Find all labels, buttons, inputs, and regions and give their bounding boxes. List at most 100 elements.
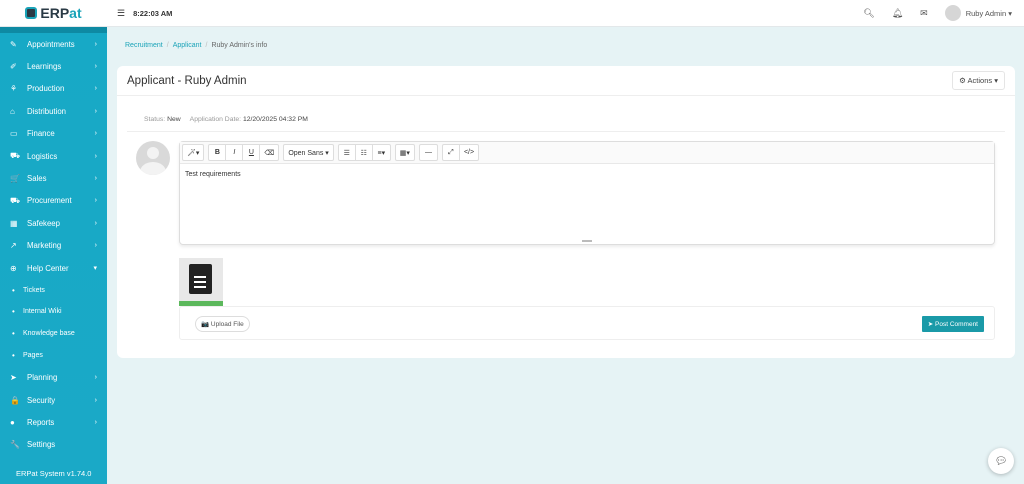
sidebar-item[interactable]: ↗ Marketing › (0, 235, 107, 257)
underline-button[interactable]: U (243, 145, 261, 160)
sidebar-item[interactable]: 🔧 Settings (0, 434, 107, 456)
sidebar-subitem[interactable]: • Internal Wiki (0, 301, 107, 323)
sidebar-item-label: Safekeep (27, 218, 60, 228)
sidebar-item-label: Internal Wiki (23, 308, 62, 316)
sidebar-item-label: Knowledge base (23, 330, 75, 338)
eraser-button[interactable]: ⌫ (260, 145, 278, 160)
sidebar-item-label: Settings (27, 440, 56, 450)
sidebar-item[interactable]: 🛒 Sales › (0, 167, 107, 189)
sidebar-item[interactable]: ⛟ Procurement › (0, 190, 107, 212)
logo[interactable]: ERP at (0, 5, 107, 21)
sidebar-item[interactable]: ➤ Planning › (0, 366, 107, 388)
logo-text: ERP (40, 5, 70, 21)
sidebar-item-label: Learnings (27, 62, 62, 72)
table-button[interactable]: ▦▾ (396, 145, 414, 160)
sidebar-item-icon: 🛒 (10, 174, 20, 184)
sidebar-item-icon: ▭ (10, 129, 18, 139)
version-label: ERPat System v1.74.0 (16, 469, 92, 478)
sidebar-item-icon: ✐ (10, 62, 17, 72)
italic-button[interactable]: I (226, 145, 244, 160)
sidebar-item-label: Planning (27, 373, 58, 383)
logo-icon (25, 7, 38, 19)
status-label: Status: (144, 116, 166, 123)
sidebar-item-icon: ↗ (10, 241, 17, 251)
upload-file-button[interactable]: 📷 Upload File (195, 316, 250, 332)
editor-toolbar: 🪄︎▾ B I U ⌫ Open Sans ▾ ☰ ☷ ≡▾ ▦▾ — ⤢ </> (180, 142, 994, 164)
sidebar-item-label: Appointments (27, 39, 75, 49)
applicant-card: Applicant - Ruby Admin ⚙ Actions ▾ Statu… (117, 66, 1015, 358)
sidebar-item-label: Sales (27, 174, 47, 184)
bullet-list-button[interactable]: ☰ (339, 145, 356, 160)
sidebar-item[interactable]: ▭ Finance › (0, 123, 107, 145)
editor-content[interactable]: Test requirements (180, 164, 994, 185)
font-family-select[interactable]: Open Sans ▾ (284, 145, 332, 160)
applicant-meta: Status: New Application Date: 12/20/2025 … (144, 116, 308, 123)
status-value: New (167, 116, 181, 123)
logo-text-accent: at (69, 5, 82, 21)
mail-icon[interactable]: ✉ (920, 8, 928, 19)
sidebar-item[interactable]: ⛟ Logistics › (0, 145, 107, 167)
sidebar-item-label: Procurement (27, 196, 72, 206)
breadcrumb-recruitment[interactable]: Recruitment (125, 42, 163, 49)
comment-editor[interactable]: 🪄︎▾ B I U ⌫ Open Sans ▾ ☰ ☷ ≡▾ ▦▾ — ⤢ </> Test… (179, 141, 995, 245)
breadcrumb-current: Ruby Admin's info (211, 42, 268, 49)
post-comment-button[interactable]: ➤ Post Comment (921, 316, 984, 332)
resize-handle[interactable] (582, 240, 592, 242)
sidebar-item-label: Logistics (27, 151, 58, 161)
sidebar-item-icon: ➤ (10, 373, 17, 383)
sidebar-item[interactable]: ▦ Safekeep › (0, 212, 107, 234)
numbered-list-button[interactable]: ☷ (356, 145, 373, 160)
attachment-thumbnail[interactable] (179, 258, 223, 306)
sidebar-item-label: Marketing (27, 241, 62, 251)
bold-button[interactable]: B (209, 145, 227, 160)
search-icon[interactable]: 🔍︎ (863, 8, 874, 19)
sidebar-item-label: Distribution (27, 106, 66, 116)
fullscreen-button[interactable]: ⤢ (443, 145, 460, 160)
user-name: Ruby Admin (965, 8, 1007, 18)
code-view-button[interactable]: </> (460, 145, 478, 160)
sidebar-item-icon: ● (10, 417, 15, 427)
sidebar-subitem[interactable]: • Pages (0, 345, 107, 367)
sidebar-item[interactable]: 🔒 Security › (0, 389, 107, 411)
chevron-icon: › (94, 130, 97, 138)
sidebar-item[interactable]: ✐ Learnings › (0, 55, 107, 77)
menu-toggle-icon[interactable]: ☰ (117, 8, 125, 19)
chevron-icon: › (94, 242, 97, 250)
clock: 8:22:03 AM (133, 8, 173, 18)
top-bar: ERP at ☰ 8:22:03 AM 🔍︎ 🔔︎ ✉ Ruby Admin ▾ (0, 0, 1024, 27)
document-icon (189, 264, 212, 294)
actions-button[interactable]: ⚙ Actions ▾ (952, 71, 1005, 90)
sidebar-item[interactable]: ⚘ Production › (0, 78, 107, 100)
align-button[interactable]: ≡▾ (373, 145, 390, 160)
sidebar-item[interactable]: ✎ Appointments › (0, 33, 107, 55)
chat-icon: 💬︎ (994, 455, 1008, 467)
comment-actions: 📷 Upload File ➤ Post Comment (179, 306, 995, 340)
chevron-icon: › (94, 63, 97, 71)
sidebar-item-icon: ⌂ (10, 106, 15, 116)
sidebar-item-label: Tickets (23, 286, 45, 294)
bell-icon[interactable]: 🔔︎ (892, 8, 903, 19)
bullet-icon: • (12, 351, 15, 361)
sidebar-subitem[interactable]: • Knowledge base (0, 323, 107, 345)
style-button[interactable]: 🪄︎▾ (183, 145, 203, 160)
sidebar-item-label: Finance (27, 129, 55, 139)
sidebar-item-icon: ✎ (10, 39, 17, 49)
sidebar-item[interactable]: ⌂ Distribution › (0, 100, 107, 122)
sidebar-item-icon: 🔧 (10, 440, 20, 450)
breadcrumb-applicant[interactable]: Applicant (173, 42, 202, 49)
chat-button[interactable]: 💬︎ (988, 448, 1014, 474)
sidebar-subitem[interactable]: • Tickets (0, 279, 107, 301)
sidebar-item-label: Security (27, 395, 56, 405)
bullet-icon: • (12, 307, 15, 317)
chevron-icon: › (94, 374, 97, 382)
chevron-icon: ▾ (93, 265, 97, 273)
commenter-avatar (136, 141, 170, 175)
horizontal-rule-button[interactable]: — (420, 145, 437, 160)
breadcrumb: Recruitment / Applicant / Ruby Admin's info (125, 42, 268, 49)
sidebar-item[interactable]: ● Reports › (0, 411, 107, 433)
user-menu[interactable]: Ruby Admin ▾ (966, 9, 1012, 18)
sidebar-item[interactable]: ⊕ Help Center ▾ (0, 257, 107, 279)
user-avatar[interactable] (944, 5, 961, 21)
sidebar-item-icon: ▦ (10, 218, 18, 228)
bullet-icon: • (12, 285, 15, 295)
